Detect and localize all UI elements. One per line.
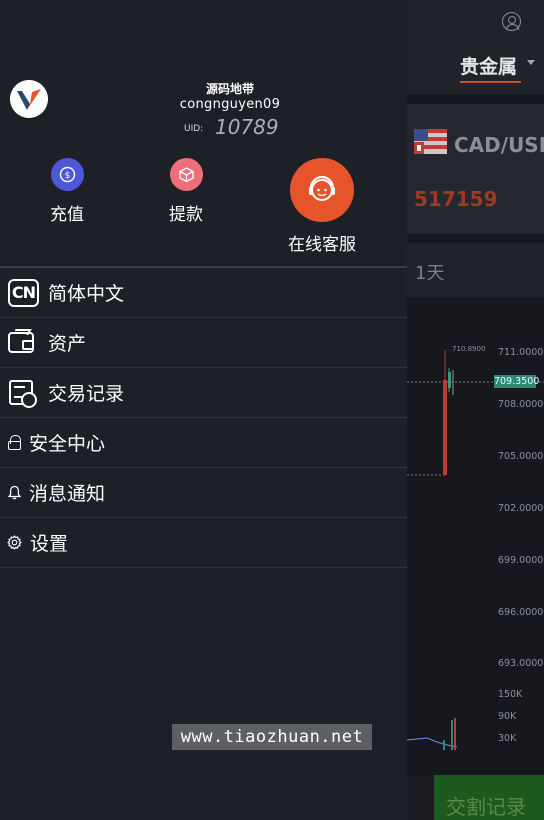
online-support-label: 在线客服	[288, 235, 356, 255]
drawer-menu: CN 简体中文 资产 交易记录 安全中心 消息通知 设置	[0, 266, 407, 568]
language-cn-icon: CN	[8, 278, 39, 307]
flag-icon	[414, 129, 447, 154]
gear-icon	[7, 535, 22, 550]
withdraw-label: 提款	[169, 205, 203, 225]
wallet-icon	[8, 332, 34, 353]
app-logo	[10, 80, 48, 118]
period-tab[interactable]: 1天	[415, 259, 444, 285]
volume-tick: 90K	[498, 711, 517, 722]
deposit-button[interactable]: $ 充值	[41, 158, 93, 225]
headset-icon	[290, 158, 354, 222]
bg-header	[407, 0, 544, 94]
candlestick-chart	[407, 350, 544, 750]
record-icon	[9, 380, 37, 408]
withdraw-icon	[169, 158, 203, 191]
deposit-label: 充值	[50, 205, 84, 225]
uid-value: 10789	[215, 115, 279, 139]
menu-item-settings[interactable]: 设置	[0, 518, 407, 568]
bell-icon	[8, 485, 21, 500]
brand-name: 源码地带	[205, 82, 254, 96]
volume-tick: 150K	[498, 689, 523, 700]
menu-item-label: 简体中文	[48, 283, 125, 305]
current-price-tag: 709.3500	[494, 375, 540, 388]
symbol-price: 517159	[414, 187, 498, 211]
menu-item-notifications[interactable]: 消息通知	[0, 468, 407, 518]
menu-item-language[interactable]: CN 简体中文	[0, 268, 407, 318]
menu-item-label: 设置	[30, 533, 69, 555]
price-tick: 705.0000	[498, 451, 544, 462]
menu-item-label: 资产	[48, 333, 87, 355]
price-tick: 693.0000	[498, 658, 544, 669]
category-tab[interactable]: 贵金属	[460, 52, 517, 79]
menu-item-trade-records[interactable]: 交易记录	[0, 368, 407, 418]
svg-text:$: $	[64, 171, 70, 181]
price-tick: 711.0000	[498, 347, 544, 358]
symbol-card[interactable]	[407, 104, 544, 234]
volume-tick: 30K	[498, 733, 517, 744]
price-tick: 702.0000	[498, 503, 544, 514]
username: congnguyen09	[179, 97, 281, 112]
user-profile-icon[interactable]	[502, 12, 521, 31]
price-tick: 696.0000	[498, 607, 544, 618]
menu-item-label: 交易记录	[48, 383, 125, 405]
lock-icon	[8, 435, 21, 450]
deposit-icon: $	[50, 158, 84, 191]
menu-item-assets[interactable]: 资产	[0, 318, 407, 368]
menu-item-label: 消息通知	[29, 483, 106, 505]
symbol-name: CAD/USD	[454, 133, 544, 157]
online-support-button[interactable]: 在线客服	[280, 158, 364, 255]
trade-record-label: 交割记录	[446, 795, 526, 819]
side-drawer: 源码地带 congnguyen09 UID: 10789 $ 充值 提款 在线客…	[0, 0, 407, 820]
menu-item-security[interactable]: 安全中心	[0, 418, 407, 468]
withdraw-button[interactable]: 提款	[160, 158, 212, 225]
uid-label: UID:	[184, 124, 204, 134]
chevron-down-icon	[527, 60, 535, 65]
menu-item-label: 安全中心	[29, 433, 106, 455]
category-tab-underline	[460, 81, 521, 83]
watermark: www.tiaozhuan.net	[172, 724, 372, 750]
chart-high-label: 710.8900	[452, 345, 486, 353]
price-tick: 699.0000	[498, 555, 544, 566]
price-tick: 708.0000	[498, 399, 544, 410]
